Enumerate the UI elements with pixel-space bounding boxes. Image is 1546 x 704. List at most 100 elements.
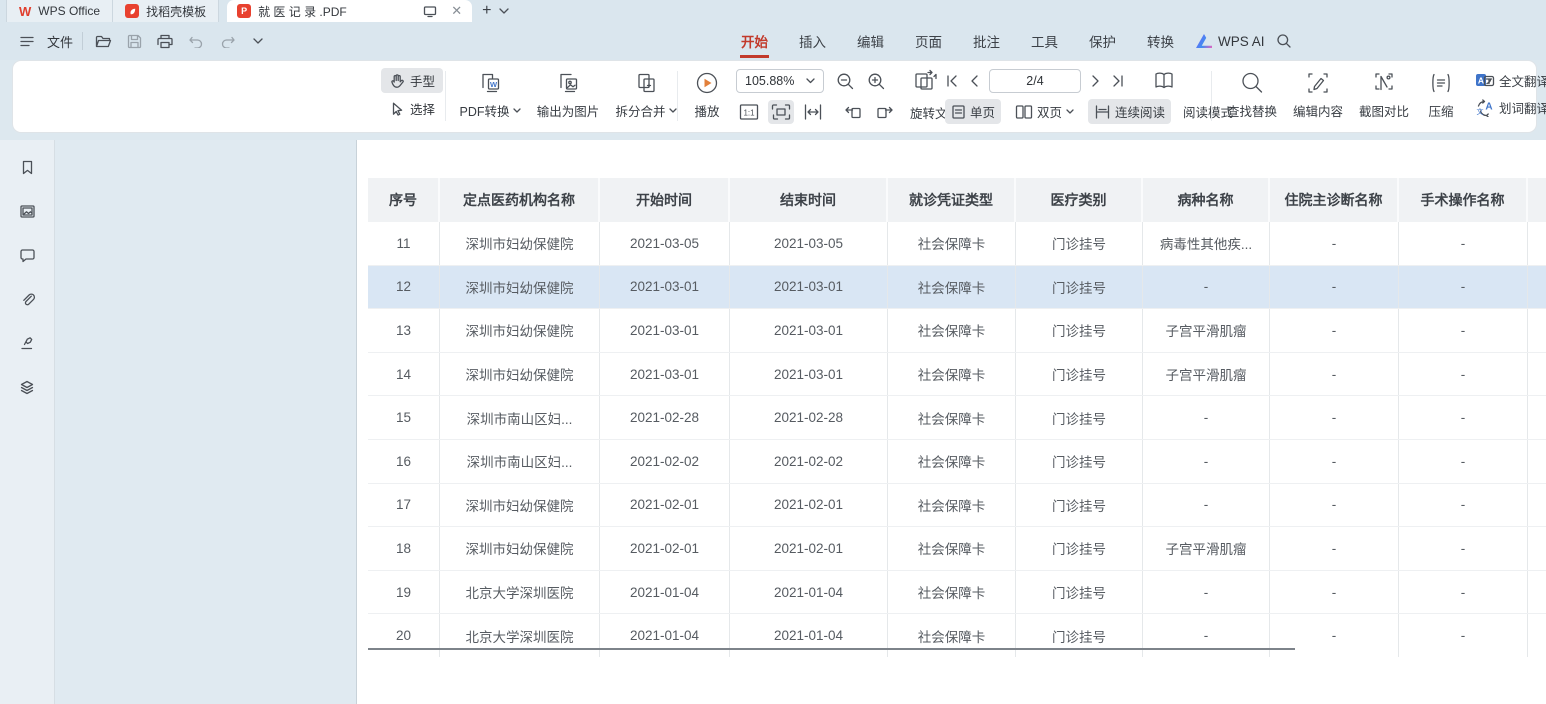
layers-icon [18, 379, 36, 396]
present-monitor-icon[interactable] [423, 5, 437, 18]
fit-width-button[interactable] [800, 100, 826, 124]
tab-label: WPS Office [38, 4, 100, 18]
table-row[interactable]: 14深圳市妇幼保健院2021-03-012021-03-01社会保障卡门诊挂号子… [368, 352, 1546, 396]
select-tool-button[interactable]: 选择 [381, 96, 443, 121]
zoom-in-button[interactable] [867, 72, 886, 91]
table-cell: - [1399, 353, 1528, 396]
first-page-button[interactable] [945, 74, 959, 88]
table-cell-clipped [1528, 396, 1546, 439]
menu-item[interactable]: 批注 [972, 22, 1001, 60]
compress-button[interactable]: 压缩 [1417, 67, 1465, 120]
rail-attachment-icon[interactable] [14, 286, 40, 312]
full-translate-button[interactable]: A 全文翻译 [1475, 71, 1546, 90]
tab-wps-office[interactable]: W WPS Office [6, 0, 113, 22]
menu-item[interactable]: 转换 [1146, 22, 1175, 60]
table-cell: 社会保障卡 [888, 309, 1016, 352]
tab-list-chevron-icon[interactable] [499, 8, 509, 14]
column-header: 病种名称 [1143, 178, 1270, 222]
table-row[interactable]: 11深圳市妇幼保健院2021-03-052021-03-05社会保障卡门诊挂号病… [368, 222, 1546, 265]
screenshot-compare-button[interactable]: 截图对比 [1351, 67, 1417, 120]
print-icon[interactable] [154, 30, 176, 52]
table-row[interactable]: 12深圳市妇幼保健院2021-03-012021-03-01社会保障卡门诊挂号-… [368, 265, 1546, 309]
table-cell: 深圳市南山区妇... [440, 440, 600, 483]
export-image-button[interactable]: 输出为图片 [529, 67, 607, 120]
comment-icon [18, 247, 36, 264]
column-header: 手术操作名称 [1399, 178, 1528, 222]
table-cell: 深圳市妇幼保健院 [440, 484, 600, 527]
edit-content-icon [1305, 70, 1331, 96]
menu-wps-ai[interactable]: WPS AI [1196, 22, 1265, 60]
save-icon[interactable] [123, 30, 145, 52]
new-tab-button[interactable]: + [482, 2, 491, 20]
column-header: 住院主诊断名称 [1270, 178, 1399, 222]
table-cell: 2021-02-01 [600, 527, 730, 570]
actual-size-button[interactable]: 1:1 [736, 100, 762, 124]
word-translate-button[interactable]: A 文 划词翻译 [1475, 98, 1546, 117]
table-row[interactable]: 16深圳市南山区妇...2021-02-022021-02-02社会保障卡门诊挂… [368, 439, 1546, 483]
tab-document-pdf[interactable]: P 就 医 记 录 .PDF ✕ [227, 0, 472, 22]
read-mode-icon[interactable] [1151, 70, 1177, 92]
rotate-right-button[interactable] [872, 100, 898, 124]
menu-item[interactable]: 编辑 [856, 22, 885, 60]
edit-content-button[interactable]: 编辑内容 [1285, 67, 1351, 120]
rail-signature-icon[interactable] [14, 330, 40, 356]
rotate-left-button[interactable] [840, 100, 866, 124]
rotate-document-icon[interactable] [912, 69, 938, 93]
next-page-button[interactable] [1091, 74, 1101, 88]
table-row[interactable]: 13深圳市妇幼保健院2021-03-012021-03-01社会保障卡门诊挂号子… [368, 308, 1546, 352]
redo-icon[interactable] [216, 30, 238, 52]
signature-icon [18, 335, 36, 352]
tab-docer-templates[interactable]: 找稻壳模板 [113, 0, 219, 22]
table-cell: 2021-02-28 [730, 396, 888, 439]
table-row[interactable]: 20北京大学深圳医院2021-01-042021-01-04社会保障卡门诊挂号-… [368, 613, 1546, 657]
rail-thumbnails-icon[interactable] [14, 198, 40, 224]
rail-comment-icon[interactable] [14, 242, 40, 268]
zoom-out-button[interactable] [836, 72, 855, 91]
menu-item[interactable]: 开始 [740, 22, 769, 60]
rail-bookmark-icon[interactable] [14, 154, 40, 180]
table-cell: 2021-02-02 [600, 440, 730, 483]
fit-page-button[interactable] [768, 100, 794, 124]
undo-icon[interactable] [185, 30, 207, 52]
pdf-document-page[interactable]: 序号定点医药机构名称开始时间结束时间就诊凭证类型医疗类别病种名称住院主诊断名称手… [357, 140, 1546, 704]
table-cell: - [1143, 614, 1270, 657]
table-cell: 16 [368, 440, 440, 483]
single-page-button[interactable]: 单页 [945, 99, 1001, 124]
hand-tool-button[interactable]: 手型 [381, 68, 443, 93]
table-cell: 2021-03-01 [730, 309, 888, 352]
menu-search-icon[interactable] [1272, 29, 1296, 53]
more-chevron-icon[interactable] [247, 30, 269, 52]
play-button[interactable]: 播放 [681, 67, 733, 120]
bookmark-icon [18, 159, 36, 176]
zoom-level-combo[interactable]: 105.88% [736, 69, 824, 93]
table-cell: 社会保障卡 [888, 440, 1016, 483]
table-cell: 社会保障卡 [888, 266, 1016, 309]
table-cell: - [1399, 396, 1528, 439]
hand-icon [389, 73, 405, 89]
close-tab-icon[interactable]: ✕ [451, 3, 462, 19]
hamburger-menu-icon[interactable] [16, 30, 38, 52]
table-row[interactable]: 19北京大学深圳医院2021-01-042021-01-04社会保障卡门诊挂号-… [368, 570, 1546, 614]
file-menu[interactable]: 文件 [47, 32, 73, 51]
open-folder-icon[interactable] [92, 30, 114, 52]
last-page-button[interactable] [1111, 74, 1125, 88]
table-row[interactable]: 17深圳市妇幼保健院2021-02-012021-02-01社会保障卡门诊挂号-… [368, 483, 1546, 527]
menu-item[interactable]: 插入 [798, 22, 827, 60]
rail-layers-icon[interactable] [14, 374, 40, 400]
continuous-read-button[interactable]: 连续阅读 [1088, 99, 1171, 124]
table-cell: 门诊挂号 [1016, 440, 1143, 483]
find-replace-button[interactable]: 查找替换 [1219, 67, 1285, 120]
table-row[interactable]: 18深圳市妇幼保健院2021-02-012021-02-01社会保障卡门诊挂号子… [368, 526, 1546, 570]
table-row[interactable]: 15深圳市南山区妇...2021-02-282021-02-28社会保障卡门诊挂… [368, 395, 1546, 439]
menu-item[interactable]: 页面 [914, 22, 943, 60]
double-page-button[interactable]: 双页 [1009, 99, 1080, 124]
full-translate-icon: A [1475, 72, 1495, 89]
menu-item[interactable]: 工具 [1030, 22, 1059, 60]
table-cell: 社会保障卡 [888, 222, 1016, 265]
pdf-convert-button[interactable]: W PDF转换 [451, 67, 529, 120]
table-cell: 深圳市妇幼保健院 [440, 353, 600, 396]
menu-item[interactable]: 保护 [1088, 22, 1117, 60]
prev-page-button[interactable] [969, 74, 979, 88]
split-merge-button[interactable]: 拆分合并 [607, 67, 685, 120]
page-indicator-input[interactable]: 2/4 [989, 69, 1081, 93]
